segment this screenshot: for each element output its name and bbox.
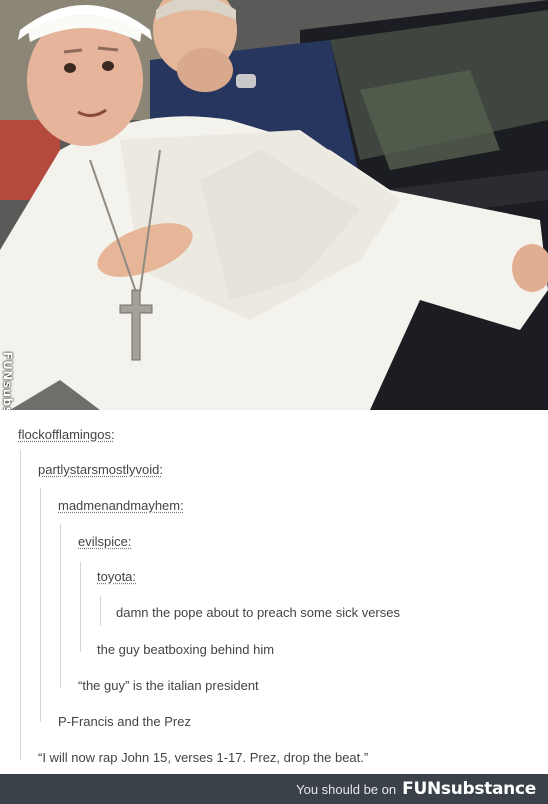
username[interactable]: toyota: [97,569,136,584]
username[interactable]: partlystarsmostlyvoid: [38,462,163,477]
quote-bar [60,524,61,688]
footer-logo[interactable]: FUNsubstance [402,779,536,799]
username[interactable]: madmenandmayhem: [58,498,184,513]
post-text: the guy beatboxing behind him [97,642,275,657]
quote-bar [80,562,81,652]
footer-banner: You should be on FUNsubstance [0,774,548,804]
quote-bar [100,596,101,626]
side-watermark: FUNsubstance [0,348,16,410]
watermark-text: FUNsubstance [1,351,15,410]
footer-text: You should be on [296,781,397,797]
quote-bar [20,450,21,760]
quote-bar [40,488,41,722]
post-text: “I will now rap John 15, verses 1-17. Pr… [38,750,369,765]
tumblr-thread: flockofflamingos: partlystarsmostlyvoid:… [0,410,548,774]
username[interactable]: flockofflamingos: [18,427,115,442]
meme-photo: FUNsubstance [0,0,548,410]
post-text: P-Francis and the Prez [58,714,191,729]
post-text: damn the pope about to preach some sick … [116,605,400,620]
username[interactable]: evilspice: [78,534,131,549]
photo-illustration [0,0,548,410]
post-text: “the guy” is the italian president [78,678,259,693]
